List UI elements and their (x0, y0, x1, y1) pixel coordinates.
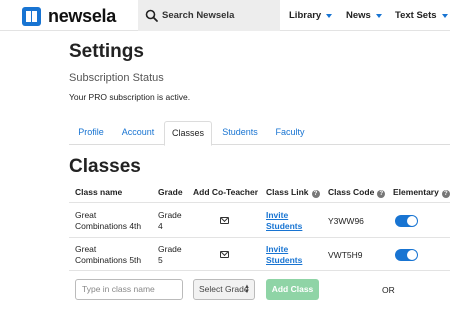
logo-text: newsela (48, 5, 116, 26)
help-icon[interactable]: ? (377, 190, 386, 198)
invite-link-line: Students (266, 221, 303, 231)
tab-students[interactable]: Students (215, 121, 265, 145)
help-icon[interactable]: ? (311, 190, 320, 198)
help-icon[interactable]: ? (441, 190, 450, 198)
chevron-down-icon (375, 13, 382, 18)
tab-faculty[interactable]: Faculty (267, 121, 313, 145)
row-1-class-code: Y3WW96 (328, 216, 364, 226)
chevron-down-icon (441, 13, 448, 18)
or-separator: OR (382, 285, 395, 295)
class-name-line: Combinations 4th (75, 221, 142, 231)
grade-select[interactable]: Select Grade ▲ ▼ (193, 279, 255, 300)
grade-line: 4 (158, 221, 163, 231)
nav-text-sets-label: Text Sets (395, 10, 437, 21)
row-2-invite-students-link[interactable]: Invite Students (266, 244, 302, 266)
col-class-code: Class Code? (328, 187, 386, 198)
chevron-down-icon (326, 13, 333, 18)
invite-link-line: Students (266, 255, 303, 265)
col-add-co-teacher: Add Co-Teacher (193, 187, 259, 197)
col-class-name: Class name (75, 187, 123, 197)
book-icon (22, 6, 41, 26)
row-2-class-code: VWT5H9 (328, 250, 363, 260)
col-class-link-label: Class Link (266, 187, 309, 197)
grade-select-value: Select Grade (199, 284, 249, 294)
search-bar[interactable]: Search Newsela (138, 0, 280, 31)
col-elementary-label: Elementary (393, 187, 439, 197)
search-icon (145, 9, 158, 22)
class-name-line: Great (75, 210, 97, 220)
top-navbar: newsela Search Newsela Library News Text… (0, 0, 450, 31)
class-name-line: Great (75, 244, 97, 254)
grade-line: Grade (158, 210, 182, 220)
classes-heading: Classes (69, 156, 141, 177)
nav-news-label: News (346, 10, 371, 21)
nav-news[interactable]: News (346, 0, 382, 31)
tab-classes[interactable]: Classes (164, 121, 212, 146)
class-name-input[interactable]: Type in class name (75, 279, 183, 300)
settings-tabs: Profile Account Classes Students Faculty (69, 121, 450, 146)
row-2-grade: Grade 5 (158, 244, 182, 266)
envelope-icon[interactable] (220, 251, 229, 258)
row-1-class-name: Great Combinations 4th (75, 210, 141, 232)
table-divider (69, 270, 450, 271)
tab-account[interactable]: Account (114, 121, 162, 145)
row-1-invite-students-link[interactable]: Invite Students (266, 210, 302, 232)
col-class-link: Class Link? (266, 187, 320, 198)
nav-library-label: Library (289, 10, 322, 21)
col-grade: Grade (158, 187, 183, 197)
grade-line: 5 (158, 255, 163, 265)
search-placeholder: Search Newsela (162, 10, 235, 21)
subscription-text: Your PRO subscription is active. (69, 92, 191, 102)
grade-line: Grade (158, 244, 182, 254)
row-1-elementary-toggle[interactable] (395, 215, 418, 227)
table-divider (69, 237, 450, 238)
col-elementary: Elementary? (393, 187, 450, 198)
row-2-class-name: Great Combinations 5th (75, 244, 141, 266)
tab-profile[interactable]: Profile (69, 121, 113, 145)
nav-text-sets[interactable]: Text Sets (395, 0, 448, 31)
row-2-elementary-toggle[interactable] (395, 249, 418, 261)
add-class-button[interactable]: Add Class (266, 279, 319, 300)
invite-link-line: Invite (266, 244, 289, 254)
table-divider (69, 202, 450, 203)
subscription-heading: Subscription Status (69, 72, 164, 84)
select-arrows-icon: ▲ ▼ (244, 284, 250, 295)
class-name-line: Combinations 5th (75, 255, 142, 265)
nav-library[interactable]: Library (289, 0, 333, 31)
page-title: Settings (69, 41, 144, 62)
col-class-code-label: Class Code (328, 187, 375, 197)
invite-link-line: Invite (266, 210, 289, 220)
newsela-logo[interactable]: newsela (22, 6, 116, 26)
row-1-grade: Grade 4 (158, 210, 182, 232)
envelope-icon[interactable] (220, 217, 229, 224)
